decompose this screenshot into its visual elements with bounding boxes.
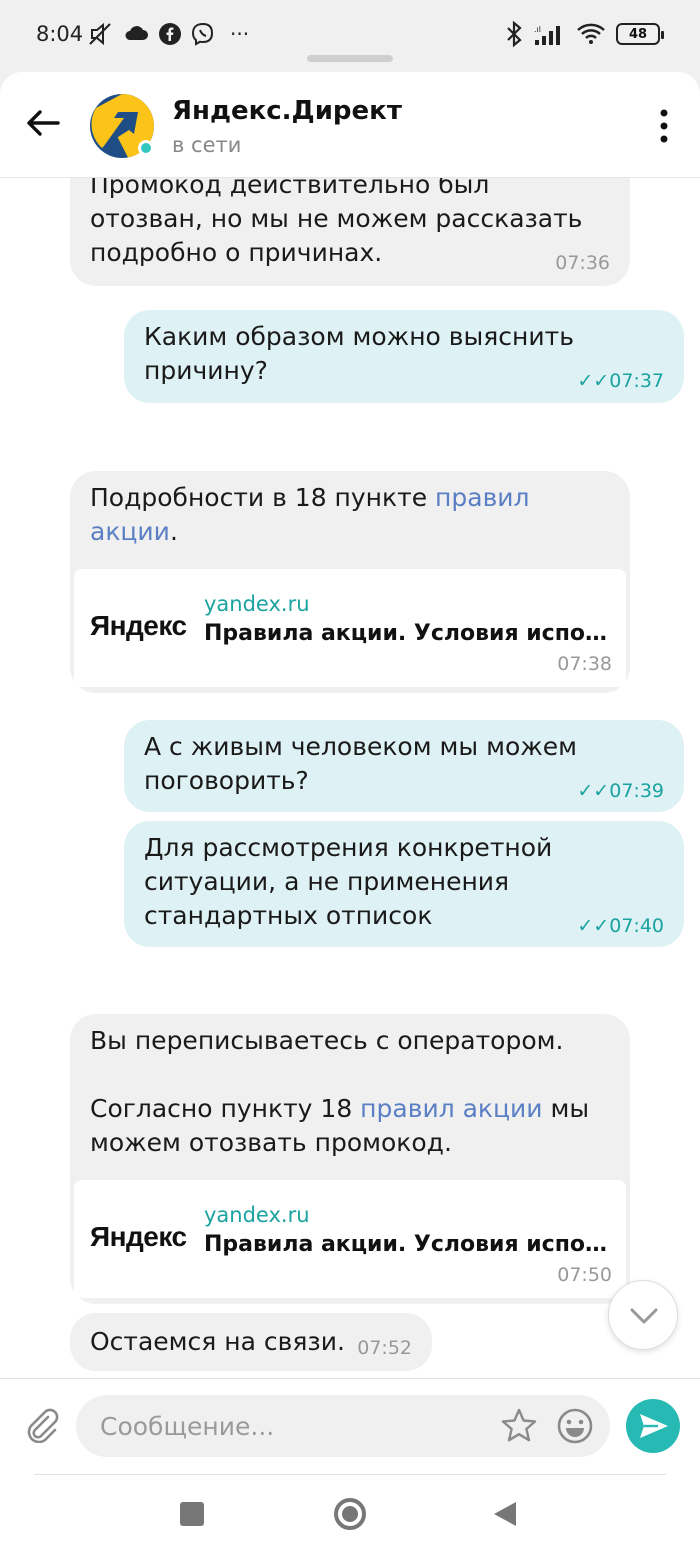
message-incoming: Промокод действительно был отозван, но м…: [70, 178, 630, 286]
message-outgoing: Каким образом можно выяснить причину? ✓✓…: [124, 310, 684, 403]
more-notifications: ···: [230, 22, 250, 46]
yandex-logo: Яндекс: [90, 1221, 187, 1252]
recents-button[interactable]: [180, 1502, 204, 1526]
double-check-icon: ✓✓: [577, 370, 610, 392]
bluetooth-icon: [507, 20, 522, 48]
message-outgoing: А с живым человеком мы можем поговорить?…: [124, 720, 684, 812]
message-input[interactable]: [100, 1407, 480, 1445]
double-check-icon: ✓✓: [577, 780, 610, 802]
preview-title: Правила акции. Условия использ...: [204, 1232, 614, 1257]
message-text-line: ситуации, а не применения: [144, 867, 510, 896]
wifi-icon: [577, 23, 605, 44]
cloud-icon: [125, 26, 148, 40]
message-text-line: Вы переписываетесь с оператором.: [90, 1026, 564, 1055]
system-navigation-bar: [0, 1474, 700, 1556]
notification-icons: ···: [86, 20, 249, 48]
status-time: 8:04: [36, 22, 84, 46]
viber-icon: [191, 22, 214, 46]
message-time: 07:36: [555, 252, 610, 274]
message-text-line: можем отозвать промокод.: [90, 1128, 452, 1157]
online-indicator: [138, 140, 154, 156]
more-vert-icon[interactable]: [658, 108, 670, 144]
link-preview[interactable]: Яндекс yandex.ru Правила акции. Условия …: [74, 569, 626, 687]
divider: [34, 1474, 666, 1475]
rules-link[interactable]: акции: [90, 517, 170, 546]
message-text-line: Подробности в 18 пункте правил: [90, 483, 530, 512]
message-input-container: [76, 1395, 610, 1457]
message-text-line: Промокод действительно был: [90, 178, 490, 199]
message-time: ✓✓07:40: [577, 915, 664, 937]
message-incoming: Подробности в 18 пункте правил акции. Ян…: [70, 471, 630, 693]
rules-link[interactable]: правил акции: [360, 1094, 542, 1123]
signal-icon: .ıl: [534, 25, 560, 45]
message-text-line: Для рассмотрения конкретной: [144, 833, 553, 862]
message-text-line: Согласно пункту 18 правил акции мы: [90, 1094, 590, 1123]
message-list[interactable]: Промокод действительно был отозван, но м…: [0, 178, 700, 1378]
message-text-line: причину?: [144, 356, 268, 385]
attach-icon[interactable]: [22, 1405, 60, 1443]
message-composer: [0, 1378, 700, 1474]
status-bar: 8:04 ··· .ıl 48: [0, 0, 700, 72]
facebook-icon: [159, 23, 181, 45]
scroll-down-button[interactable]: [608, 1280, 678, 1350]
send-icon: [640, 1414, 668, 1438]
message-time: ✓✓07:37: [577, 370, 664, 392]
svg-text:.ıl: .ıl: [534, 25, 541, 34]
sheet-grabber[interactable]: [307, 55, 393, 62]
send-button[interactable]: [626, 1399, 680, 1453]
message-time: ✓✓07:39: [577, 780, 664, 802]
message-time: 07:38: [557, 653, 612, 675]
chat-header: Яндекс.Директ в сети: [0, 72, 700, 178]
link-preview[interactable]: Яндекс yandex.ru Правила акции. Условия …: [74, 1180, 626, 1298]
preview-domain: yandex.ru: [204, 1203, 310, 1227]
message-text-line: отозван, но мы не можем рассказать: [90, 204, 583, 233]
message-text-line: стандартных отписок: [144, 901, 433, 930]
chat-status: в сети: [172, 133, 242, 157]
battery-indicator: 48: [616, 23, 664, 45]
message-incoming: Вы переписываетесь с оператором. Согласн…: [70, 1014, 630, 1304]
message-time: 07:50: [557, 1264, 612, 1286]
message-text: Остаемся на связи.: [90, 1327, 345, 1356]
double-check-icon: ✓✓: [577, 915, 610, 937]
message-time: 07:52: [357, 1337, 412, 1359]
message-text-line: поговорить?: [144, 766, 309, 795]
message-text-line: подробно о причинах.: [90, 238, 383, 267]
system-back-button[interactable]: [494, 1502, 516, 1526]
message-text-line: акции.: [90, 517, 178, 546]
preview-title: Правила акции. Условия использ...: [204, 621, 614, 646]
home-button[interactable]: [334, 1498, 366, 1530]
muted-icon: [89, 22, 111, 46]
chat-title: Яндекс.Директ: [172, 96, 402, 126]
system-icons: .ıl 48: [504, 20, 664, 48]
message-text-line: Каким образом можно выяснить: [144, 322, 574, 351]
message-text-line: А с живым человеком мы можем: [144, 732, 577, 761]
rules-link[interactable]: правил: [435, 483, 530, 512]
message-outgoing: Для рассмотрения конкретной ситуации, а …: [124, 821, 684, 947]
star-icon[interactable]: [500, 1407, 538, 1445]
yandex-logo: Яндекс: [90, 610, 187, 641]
emoji-icon[interactable]: [556, 1407, 594, 1445]
back-arrow-icon[interactable]: [22, 102, 64, 144]
message-incoming: Остаемся на связи. 07:52: [70, 1313, 432, 1371]
chevron-down-icon: [630, 1308, 658, 1324]
preview-domain: yandex.ru: [204, 592, 310, 616]
